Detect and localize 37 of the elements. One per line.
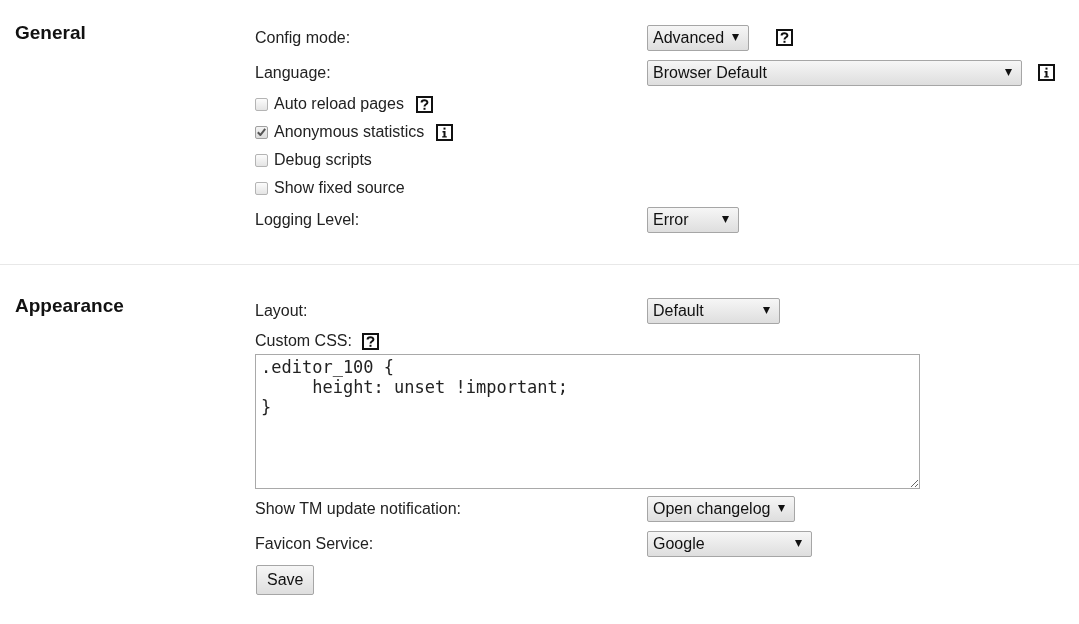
dropdown[interactable]: Advanced [647, 24, 750, 51]
help-icon[interactable] [415, 95, 433, 113]
dropdown[interactable]: Error [647, 206, 739, 233]
check-icon [257, 128, 266, 136]
field-label: Logging Level: [255, 210, 361, 229]
caret-icon [778, 505, 786, 512]
css-code-field[interactable]: .editor_100 { height: unset !important; } [255, 354, 920, 489]
dropdown[interactable]: Open changelog [647, 495, 796, 522]
field-label: Custom CSS: [255, 332, 352, 350]
dropdown[interactable]: Google [647, 530, 812, 557]
checkbox[interactable] [255, 97, 268, 111]
caret-icon [732, 34, 740, 41]
checkbox-label: Anonymous statistics [274, 123, 425, 141]
help-icon[interactable] [361, 332, 379, 350]
info-icon[interactable] [1038, 64, 1055, 81]
field-label: Language: [255, 63, 332, 82]
checkbox-label: Show fixed source [274, 179, 405, 197]
checkbox-label: Auto reload pages [274, 95, 404, 113]
field-label: Show TM update notification: [255, 499, 463, 518]
checkbox[interactable] [255, 181, 268, 195]
section-heading: General [15, 21, 86, 45]
caret-icon [763, 307, 770, 314]
field-label: Config mode: [255, 28, 352, 47]
dropdown[interactable]: Default [647, 297, 780, 324]
checkbox-label: Debug scripts [274, 151, 372, 169]
checkbox[interactable] [255, 125, 268, 139]
caret-icon [722, 216, 729, 223]
dropdown[interactable]: Browser Default [647, 59, 1022, 86]
checkbox[interactable] [255, 153, 268, 167]
caret-icon [795, 540, 802, 547]
field-label: Layout: [255, 301, 309, 320]
info-icon[interactable] [436, 123, 454, 141]
help-icon[interactable] [776, 29, 794, 46]
section-heading: Appearance [15, 294, 124, 318]
caret-icon [1005, 69, 1012, 76]
field-label: Favicon Service: [255, 534, 375, 553]
save-button[interactable]: Save [256, 565, 315, 595]
